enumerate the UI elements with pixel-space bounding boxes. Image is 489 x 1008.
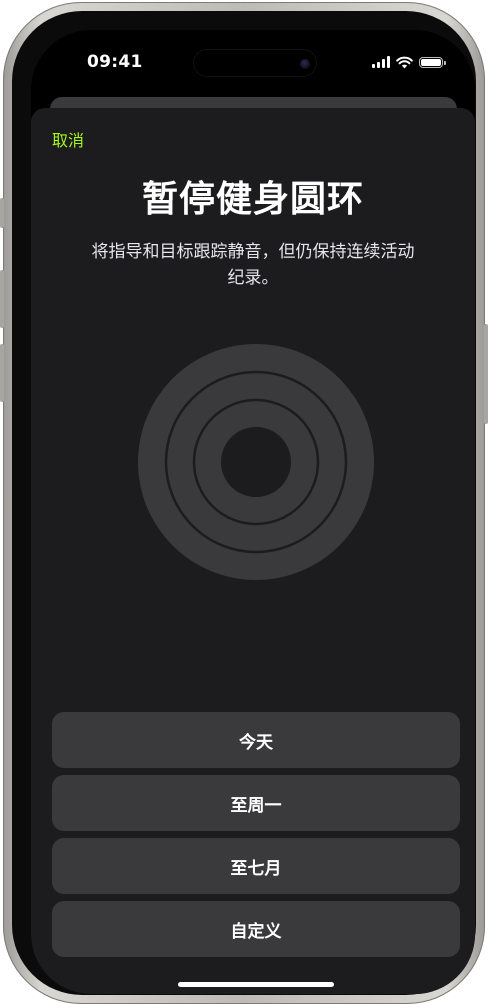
option-until-july-button[interactable]: 至七月	[52, 838, 460, 894]
option-custom-button[interactable]: 自定义	[52, 901, 460, 957]
volume-up-button	[0, 270, 4, 328]
option-until-monday-button[interactable]: 至周一	[52, 775, 460, 831]
page-title: 暂停健身圆环	[141, 179, 364, 220]
status-time: 09:41	[87, 52, 143, 72]
status-icons	[372, 54, 446, 70]
activity-rings-icon	[138, 344, 374, 580]
front-camera	[300, 59, 310, 69]
status-bar: 09:41	[31, 30, 475, 90]
screen: 09:41 取消 暂停健身圆环 将指导和目标跟踪静音，但仍保持连续活动纪录。 今…	[31, 30, 475, 994]
pause-duration-options: 今天 至周一 至七月 自定义	[52, 712, 460, 964]
wifi-icon	[396, 56, 413, 68]
bezel: 09:41 取消 暂停健身圆环 将指导和目标跟踪静音，但仍保持连续活动纪录。 今…	[12, 11, 476, 995]
battery-icon	[419, 56, 446, 68]
pause-rings-sheet: 取消 暂停健身圆环 将指导和目标跟踪静音，但仍保持连续活动纪录。 今天 至周一 …	[31, 108, 475, 994]
dynamic-island	[194, 50, 316, 76]
home-indicator[interactable]	[178, 982, 334, 987]
option-today-button[interactable]: 今天	[52, 712, 460, 768]
action-button	[0, 198, 4, 228]
cancel-button[interactable]: 取消	[52, 127, 84, 151]
volume-down-button	[0, 344, 4, 402]
power-button	[484, 324, 488, 424]
page-subtitle: 将指导和目标跟踪静音，但仍保持连续活动纪录。	[91, 242, 415, 288]
phone-frame: 09:41 取消 暂停健身圆环 将指导和目标跟踪静音，但仍保持连续活动纪录。 今…	[0, 2, 488, 1004]
cellular-signal-icon	[372, 56, 390, 68]
